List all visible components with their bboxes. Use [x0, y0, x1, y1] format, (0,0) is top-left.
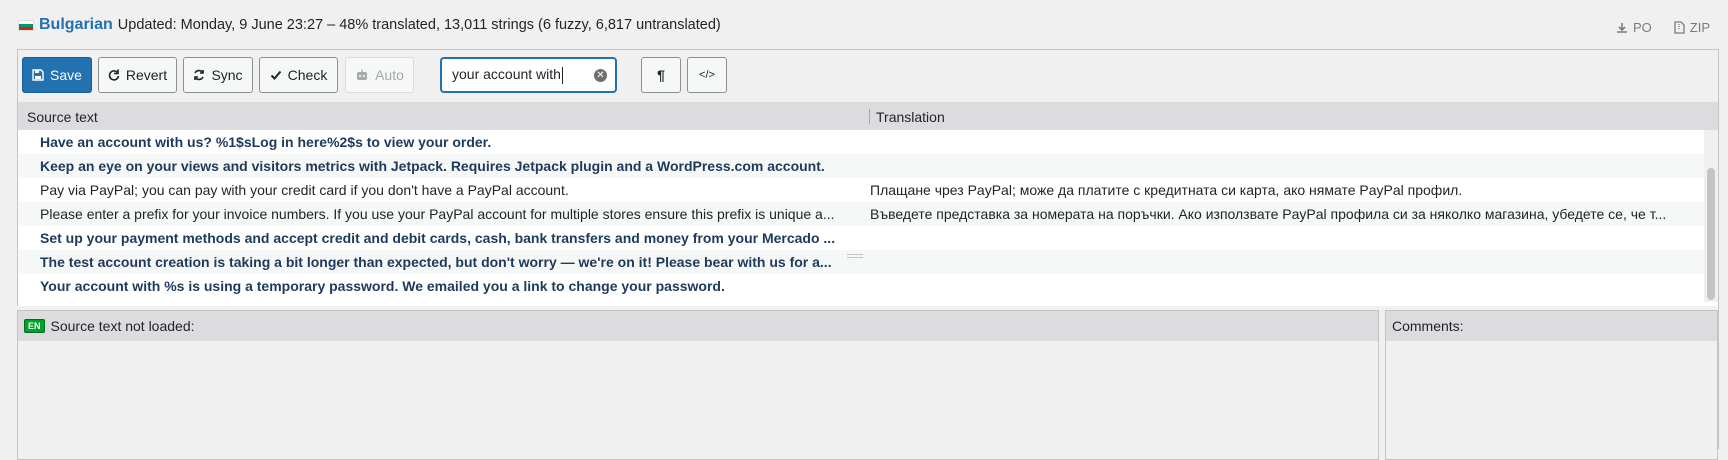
string-row[interactable]: Your account with %s is using a temporar… [18, 274, 1704, 298]
translation-cell: Въведете представка за номерата на поръч… [870, 206, 1667, 222]
source-cell: Please enter a prefix for your invoice n… [40, 206, 835, 222]
download-icon [1616, 22, 1627, 33]
file-zip-icon [1674, 21, 1685, 34]
column-resize-handle[interactable] [869, 109, 870, 124]
string-row[interactable]: Pay via PayPal; you can pay with your cr… [18, 178, 1704, 202]
string-row[interactable]: Have an account with us? %1$sLog in here… [18, 130, 1704, 154]
source-cell: Pay via PayPal; you can pay with your cr… [40, 182, 569, 198]
editor-toolbar: Save Revert Sync Check Auto your account… [18, 50, 1718, 103]
show-invisibles-button[interactable]: ¶ [641, 57, 681, 93]
translation-column-header[interactable]: Translation [876, 109, 945, 125]
string-row[interactable]: Set up your payment methods and accept c… [18, 226, 1704, 250]
save-label: Save [50, 67, 82, 83]
download-links: PO ZIP [1616, 20, 1710, 35]
revert-button[interactable]: Revert [98, 57, 177, 93]
sync-label: Sync [211, 67, 243, 83]
scrollbar-thumb[interactable] [1707, 168, 1715, 300]
comments-pane: Comments: [1385, 310, 1718, 460]
source-cell: Have an account with us? %1$sLog in here… [40, 134, 492, 150]
download-po-label: PO [1632, 20, 1652, 35]
download-zip-label: ZIP [1689, 20, 1710, 35]
translation-cell: Плащане чрез PayPal; може да платите с к… [870, 182, 1463, 198]
language-name[interactable]: Bulgarian [39, 16, 113, 34]
code-icon: </> [699, 69, 715, 81]
string-row[interactable]: Please enter a prefix for your invoice n… [18, 202, 1704, 226]
checkmark-icon [270, 70, 281, 80]
floppy-disk-icon [32, 69, 44, 81]
download-zip-link[interactable]: ZIP [1674, 20, 1710, 35]
sync-icon [194, 69, 205, 81]
search-value: your account with [452, 66, 561, 83]
source-cell: Keep an eye on your views and visitors m… [40, 158, 825, 174]
editor-header: Bulgarian Updated: Monday, 9 June 23:27 … [18, 14, 1710, 36]
source-cell: Set up your payment methods and accept c… [40, 230, 836, 246]
check-label: Check [287, 67, 328, 83]
string-list: Have an account with us? %1$sLog in here… [18, 130, 1718, 302]
list-scrollbar[interactable] [1704, 130, 1718, 302]
source-pane: EN Source text not loaded: [17, 310, 1379, 460]
check-button[interactable]: Check [259, 57, 338, 93]
source-column-header[interactable]: Source text [27, 109, 98, 125]
undo-icon [108, 69, 120, 81]
auto-translate-button[interactable]: Auto [345, 57, 414, 93]
source-cell: Your account with %s is using a temporar… [40, 278, 725, 294]
clear-search-icon[interactable]: ✕ [594, 68, 607, 82]
sync-button[interactable]: Sync [183, 57, 253, 93]
pilcrow-icon: ¶ [657, 67, 665, 83]
robot-icon [357, 69, 368, 80]
source-cell: The test account creation is taking a bi… [40, 254, 832, 270]
en-badge: EN [24, 319, 45, 333]
download-po-link[interactable]: PO [1616, 20, 1652, 35]
bulgaria-flag-icon [18, 19, 34, 31]
translation-status: Updated: Monday, 9 June 23:27 – 48% tran… [117, 17, 721, 33]
code-view-button[interactable]: </> [687, 57, 727, 93]
save-button[interactable]: Save [22, 57, 92, 93]
revert-label: Revert [125, 67, 168, 83]
column-headers: Source text Translation [18, 103, 1718, 130]
string-row[interactable]: Keep an eye on your views and visitors m… [18, 154, 1704, 178]
auto-label: Auto [375, 67, 404, 83]
source-pane-title: Source text not loaded: [50, 318, 195, 334]
search-input[interactable]: your account with ✕ [440, 57, 617, 93]
detail-panes: EN Source text not loaded: Comments: [17, 306, 1718, 460]
comments-pane-title: Comments: [1392, 318, 1464, 334]
text-caret [561, 66, 563, 84]
pane-resize-grip[interactable] [847, 254, 863, 258]
